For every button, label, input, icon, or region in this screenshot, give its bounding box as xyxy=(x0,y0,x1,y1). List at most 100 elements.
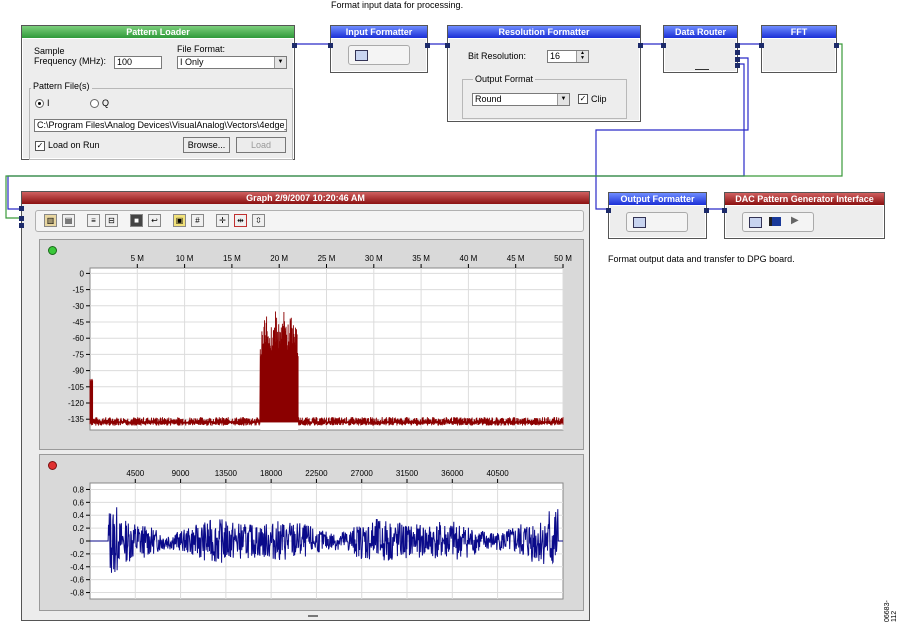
y-tick-label: -0.4 xyxy=(70,563,84,572)
export-icon[interactable]: ↩ xyxy=(148,214,161,227)
spectrum-panel: 5 M 10 M 15 M 20 M 25 M 30 M 35 M 40 M 45 M 50 M 0… xyxy=(39,239,584,450)
bit-resolution-value: 16 xyxy=(550,51,561,61)
chevron-down-icon[interactable]: ▼ xyxy=(557,94,569,105)
resolution-formatter-title[interactable]: Resolution Formatter xyxy=(448,26,640,38)
x-tick-label: 45 M xyxy=(507,254,525,263)
file-format-select[interactable]: I Only ▼ xyxy=(177,56,287,69)
form-icon[interactable]: ▤ xyxy=(62,214,75,227)
load-on-run-label: Load on Run xyxy=(48,140,100,150)
marker-icon[interactable]: ▣ xyxy=(173,214,186,227)
input-port-1[interactable] xyxy=(19,206,24,211)
input-port[interactable] xyxy=(661,43,666,48)
x-tick-label: 20 M xyxy=(270,254,288,263)
y-tick-label: -45 xyxy=(72,318,84,327)
input-port[interactable] xyxy=(606,208,611,213)
output-formatter-settings[interactable] xyxy=(626,212,688,232)
graph-title[interactable]: Graph 2/9/2007 10:20:46 AM xyxy=(22,192,589,204)
radio-q-label: Q xyxy=(102,98,110,108)
load-icon[interactable] xyxy=(769,217,781,226)
grid-icon[interactable]: # xyxy=(191,214,204,227)
input-port[interactable] xyxy=(722,208,727,213)
clip-checkbox[interactable]: ✓ xyxy=(578,94,588,104)
bit-resolution-stepper[interactable]: 16 ▲ ▼ xyxy=(547,50,589,63)
output-port-1[interactable] xyxy=(735,43,740,48)
input-formatter-settings[interactable] xyxy=(348,45,410,65)
form-icon[interactable] xyxy=(749,217,762,228)
y-tick-label: -0.2 xyxy=(70,550,84,559)
dac-pattern-block[interactable]: DAC Pattern Generator Interface ▶ xyxy=(722,192,885,239)
input-port[interactable] xyxy=(328,43,333,48)
input-port-2[interactable] xyxy=(19,216,24,221)
fft-block[interactable]: FFT xyxy=(759,25,839,73)
output-port[interactable] xyxy=(292,43,297,48)
y-tick-label: -90 xyxy=(72,367,84,376)
output-port[interactable] xyxy=(834,43,839,48)
x-tick-label: 22500 xyxy=(305,469,328,478)
graph-window[interactable]: Graph 2/9/2007 10:20:46 AM ▥ ▤ ≡ ⊟ ■ ↩ ▣… xyxy=(19,191,590,621)
input-port-3[interactable] xyxy=(19,223,24,228)
y-tick-label: 0.4 xyxy=(73,511,85,520)
input-port[interactable] xyxy=(445,43,450,48)
dac-toolbar: ▶ xyxy=(742,212,814,232)
pattern-files-label: Pattern File(s) xyxy=(31,81,92,91)
x-tick-label: 25 M xyxy=(318,254,336,263)
output-formatter-block[interactable]: Output Formatter xyxy=(606,192,709,239)
file-path-input[interactable]: C:\Program Files\Analog Devices\VisualAn… xyxy=(34,119,287,132)
pattern-loader-title[interactable]: Pattern Loader xyxy=(22,26,294,38)
output-port[interactable] xyxy=(425,43,430,48)
resize-handle[interactable] xyxy=(308,615,318,617)
y-tick-label: -15 xyxy=(72,286,84,295)
output-port[interactable] xyxy=(638,43,643,48)
radio-i[interactable] xyxy=(35,99,44,108)
pattern-loader-block[interactable]: Pattern Loader Sample Frequency (MHz): 1… xyxy=(21,25,297,160)
zoom-y-icon[interactable]: ⇳ xyxy=(252,214,265,227)
output-port-2[interactable] xyxy=(735,50,740,55)
resolution-formatter-block[interactable]: Resolution Formatter Bit Resolution: 16 … xyxy=(445,25,643,122)
x-tick-label: 9000 xyxy=(172,469,190,478)
input-port[interactable] xyxy=(759,43,764,48)
sample-frequency-input[interactable]: 100 xyxy=(114,56,162,69)
spinner-arrows-icon[interactable]: ▲ ▼ xyxy=(576,51,588,62)
zoom-x-icon[interactable]: ⇹ xyxy=(234,214,247,227)
fft-body xyxy=(763,39,835,71)
y-tick-label: -105 xyxy=(68,383,85,392)
radio-q[interactable] xyxy=(90,99,99,108)
chart-icon[interactable]: ▥ xyxy=(44,214,57,227)
y-tick-label: -60 xyxy=(72,334,84,343)
y-tick-label: -30 xyxy=(72,302,84,311)
y-tick-label: -120 xyxy=(68,399,85,408)
browse-button[interactable]: Browse... xyxy=(183,137,230,153)
fft-title[interactable]: FFT xyxy=(762,26,836,38)
x-tick-label: 10 M xyxy=(176,254,194,263)
data-router-body xyxy=(665,39,736,71)
y-tick-label: -135 xyxy=(68,415,85,424)
output-port[interactable] xyxy=(704,208,709,213)
output-format-select[interactable]: Round ▼ xyxy=(472,93,570,106)
input-formatter-block[interactable]: Input Formatter xyxy=(328,25,430,73)
play-icon[interactable]: ▶ xyxy=(791,215,799,226)
data-router-block[interactable]: Data Router xyxy=(661,25,740,73)
x-tick-label: 30 M xyxy=(365,254,383,263)
split-icon[interactable]: ⊟ xyxy=(105,214,118,227)
y-tick-label: 0.2 xyxy=(73,524,85,533)
output-port-3[interactable] xyxy=(735,57,740,62)
band-gap xyxy=(260,422,299,430)
load-button[interactable]: Load xyxy=(236,137,286,153)
waveform-chart[interactable]: 4500 9000 13500 18000 22500 27000 31500 36000 40… xyxy=(40,455,583,610)
data-router-title[interactable]: Data Router xyxy=(664,26,737,38)
load-on-run-checkbox[interactable]: ✓ xyxy=(35,141,45,151)
x-tick-label: 40500 xyxy=(486,469,509,478)
output-port-4[interactable] xyxy=(735,63,740,68)
spectrum-chart[interactable]: 5 M 10 M 15 M 20 M 25 M 30 M 35 M 40 M 45 M 50 M 0… xyxy=(40,240,583,449)
chevron-down-icon[interactable]: ▼ xyxy=(274,57,286,68)
y-tick-label: 0 xyxy=(80,269,85,278)
form-icon xyxy=(633,217,646,228)
sample-frequency-label: Sample Frequency (MHz): xyxy=(34,46,107,66)
dac-pattern-title[interactable]: DAC Pattern Generator Interface xyxy=(725,193,884,205)
list-icon[interactable]: ≡ xyxy=(87,214,100,227)
input-formatter-title[interactable]: Input Formatter xyxy=(331,26,427,38)
zoom-icon[interactable]: ✛ xyxy=(216,214,229,227)
x-tick-label: 36000 xyxy=(441,469,464,478)
output-formatter-title[interactable]: Output Formatter xyxy=(609,193,706,205)
save-icon[interactable]: ■ xyxy=(130,214,143,227)
